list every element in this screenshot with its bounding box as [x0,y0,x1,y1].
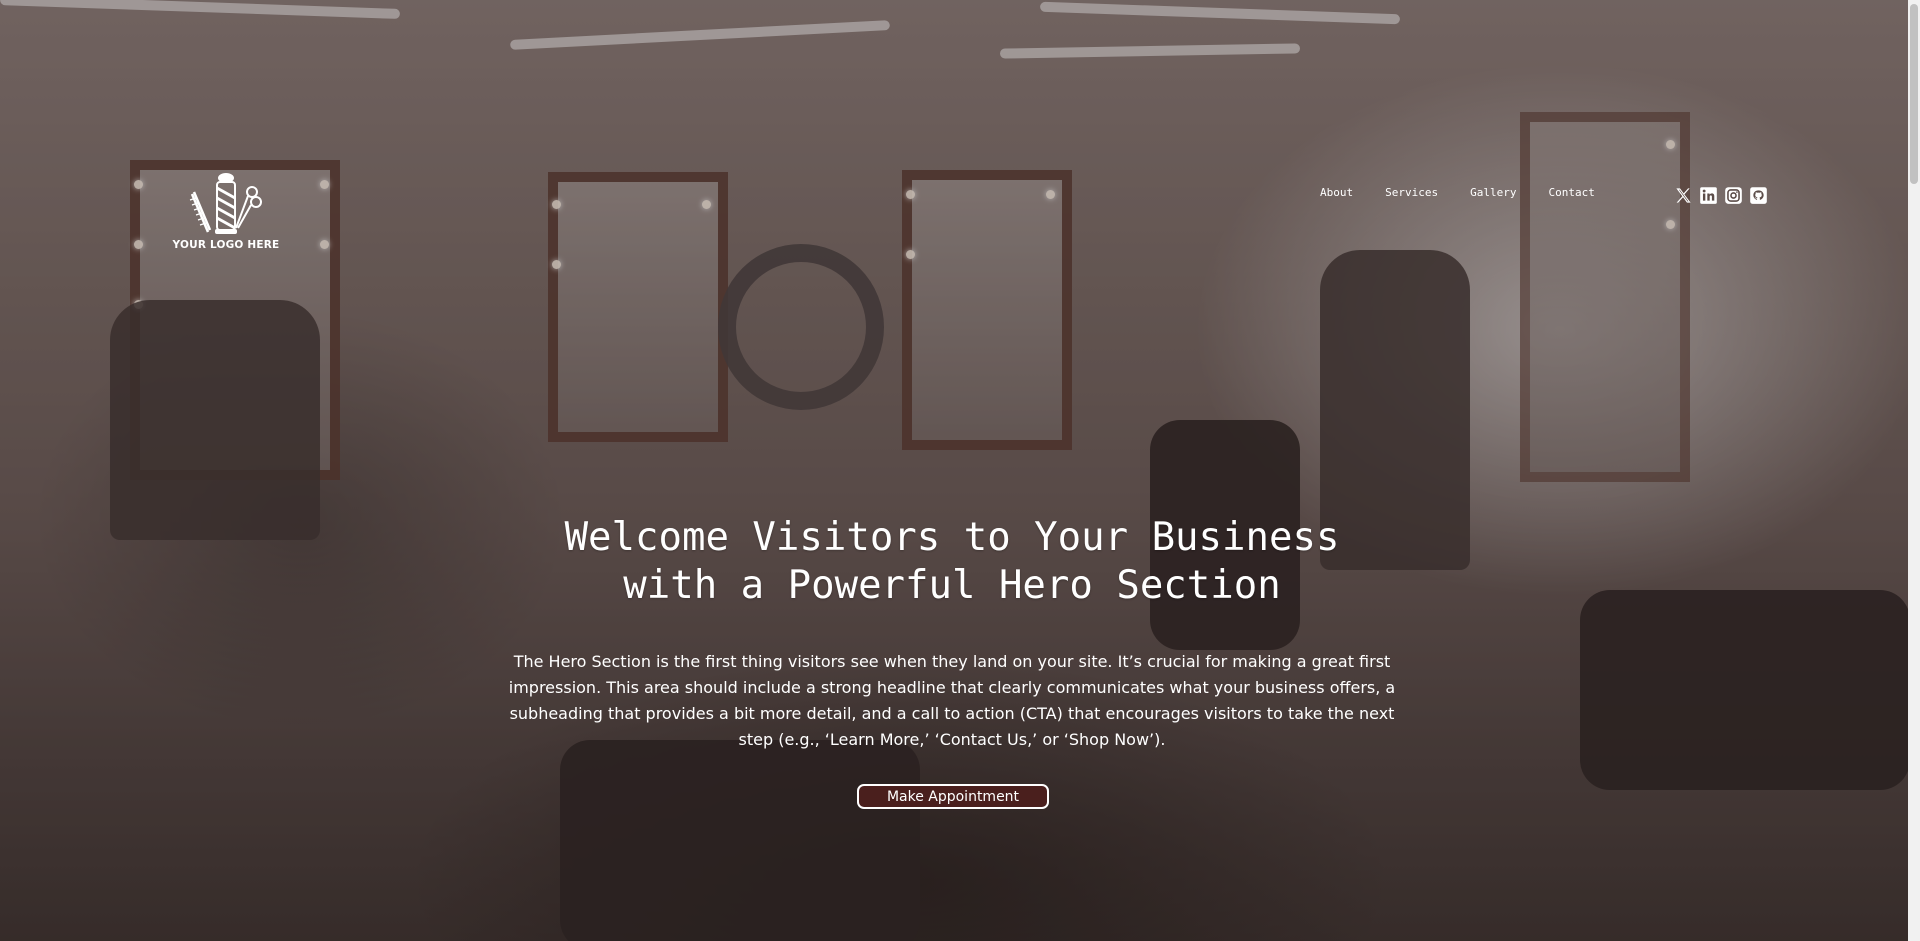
vertical-scrollbar[interactable] [1908,0,1920,941]
hero-headline-line1: Welcome Visitors to Your Business [564,515,1340,560]
hero-section: YOUR LOGO HERE About Services Gallery Co… [0,0,1908,941]
nav-about[interactable]: About [1320,186,1353,199]
make-appointment-button[interactable]: Make Appointment [857,784,1049,809]
nav-contact[interactable]: Contact [1548,186,1594,199]
social-links [1674,186,1768,205]
hero-headline: Welcome Visitors to Your Business with a… [452,514,1452,610]
x-icon[interactable] [1674,186,1693,205]
logo[interactable]: YOUR LOGO HERE [172,172,280,258]
hero-subheading: The Hero Section is the first thing visi… [508,652,1396,749]
logo-text: YOUR LOGO HERE [172,239,280,251]
instagram-icon[interactable] [1724,186,1743,205]
nav-gallery[interactable]: Gallery [1470,186,1516,199]
github-icon[interactable] [1749,186,1768,205]
nav-services[interactable]: Services [1385,186,1438,199]
linkedin-icon[interactable] [1699,186,1718,205]
hero-headline-line2: with a Powerful Hero Section [623,563,1281,608]
scrollbar-thumb[interactable] [1910,4,1918,184]
barber-pole-icon [189,173,262,234]
main-nav: About Services Gallery Contact [1320,186,1627,199]
